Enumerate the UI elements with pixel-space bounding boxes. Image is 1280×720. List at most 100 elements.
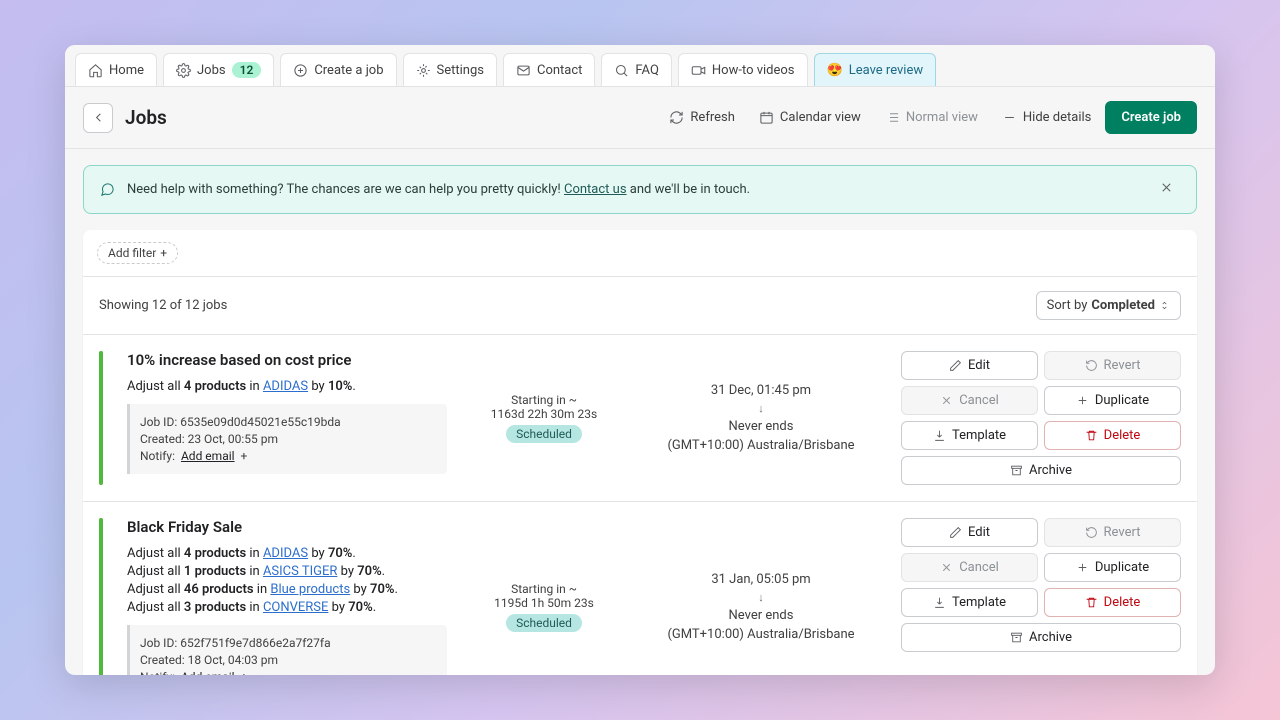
plus-icon: + xyxy=(160,246,167,260)
tab-settings[interactable]: Settings xyxy=(403,53,497,86)
add-filter-button[interactable]: Add filter + xyxy=(97,242,178,264)
tab-videos[interactable]: How-to videos xyxy=(678,53,808,86)
page-header: Jobs Refresh Calendar view Normal view H… xyxy=(65,87,1215,149)
tab-review-label: Leave review xyxy=(849,63,923,78)
collection-link[interactable]: ASICS TIGER xyxy=(263,564,337,579)
countdown: 1163d 22h 30m 23s xyxy=(491,407,597,421)
calendar-view-button[interactable]: Calendar view xyxy=(749,103,871,132)
status-badge: Scheduled xyxy=(506,614,582,632)
collection-link[interactable]: Blue products xyxy=(270,582,350,597)
delete-button[interactable]: Delete xyxy=(1044,421,1181,450)
tab-faq[interactable]: FAQ xyxy=(601,53,671,86)
create-job-button[interactable]: Create job xyxy=(1105,101,1197,134)
banner-close-button[interactable] xyxy=(1153,178,1180,201)
tab-home[interactable]: Home xyxy=(75,53,157,86)
starting-label: Starting in ~ xyxy=(511,393,577,407)
end-condition: Never ends xyxy=(729,608,794,623)
tab-settings-label: Settings xyxy=(437,63,484,78)
status-badge: Scheduled xyxy=(506,425,582,443)
template-button[interactable]: Template xyxy=(901,421,1038,450)
showing-count: Showing 12 of 12 jobs xyxy=(99,298,227,313)
help-banner: Need help with something? The chances ar… xyxy=(83,165,1197,214)
edit-button[interactable]: Edit xyxy=(901,518,1038,547)
start-date: 31 Jan, 05:05 pm xyxy=(711,572,810,587)
close-icon xyxy=(1159,180,1174,195)
x-icon xyxy=(940,561,953,574)
adjust-rule: Adjust all 1 products in ASICS TIGER by … xyxy=(127,564,447,579)
hide-label: Hide details xyxy=(1023,110,1091,125)
tab-home-label: Home xyxy=(109,63,144,78)
tab-jobs-label: Jobs xyxy=(197,63,226,78)
delete-button[interactable]: Delete xyxy=(1044,588,1181,617)
tab-faq-label: FAQ xyxy=(635,63,658,78)
edit-button[interactable]: Edit xyxy=(901,351,1038,380)
tab-review[interactable]: 😍 Leave review xyxy=(814,53,937,86)
sort-arrows-icon xyxy=(1159,300,1170,311)
search-icon xyxy=(614,63,629,78)
add-filter-label: Add filter xyxy=(108,246,156,260)
back-button[interactable] xyxy=(83,103,113,133)
archive-icon xyxy=(1010,631,1023,644)
heart-face-icon: 😍 xyxy=(827,63,843,78)
job-notify: Notify: Add email + xyxy=(140,670,437,675)
duplicate-button[interactable]: Duplicate xyxy=(1044,386,1181,415)
collection-link[interactable]: ADIDAS xyxy=(263,546,308,561)
sort-button[interactable]: Sort by Completed xyxy=(1036,291,1181,320)
chat-icon xyxy=(100,182,115,197)
minus-icon xyxy=(1002,110,1017,125)
starting-label: Starting in ~ xyxy=(511,582,577,596)
tab-create-job[interactable]: Create a job xyxy=(280,53,396,86)
timezone: (GMT+10:00) Australia/Brisbane xyxy=(667,627,854,642)
job-meta: Job ID: 652f751f9e7d866e2a7f27fa Created… xyxy=(127,625,447,675)
job-row: Black Friday Sale Adjust all 4 products … xyxy=(83,502,1197,675)
refresh-icon xyxy=(669,110,684,125)
plus-icon[interactable]: + xyxy=(241,670,248,675)
template-button[interactable]: Template xyxy=(901,588,1038,617)
status-stripe xyxy=(99,351,103,485)
job-title: 10% increase based on cost price xyxy=(127,351,447,369)
duplicate-button[interactable]: Duplicate xyxy=(1044,553,1181,582)
tab-jobs[interactable]: Jobs 12 xyxy=(163,53,274,86)
trash-icon xyxy=(1085,429,1098,442)
plus-circle-icon xyxy=(293,63,308,78)
sort-prefix: Sort by xyxy=(1047,298,1088,313)
add-email-link[interactable]: Add email xyxy=(181,449,235,463)
video-icon xyxy=(691,63,706,78)
calendar-icon xyxy=(759,110,774,125)
refresh-button[interactable]: Refresh xyxy=(659,103,744,132)
collection-link[interactable]: CONVERSE xyxy=(263,600,328,615)
job-id: Job ID: 6535e09d0d45021e55c19bda xyxy=(140,415,437,429)
create-job-label: Create job xyxy=(1121,110,1181,125)
list-icon xyxy=(885,110,900,125)
jobs-list-card: Add filter + Showing 12 of 12 jobs Sort … xyxy=(83,230,1197,675)
banner-suffix: and we'll be in touch. xyxy=(627,182,751,197)
banner-contact-link[interactable]: Contact us xyxy=(564,182,627,197)
download-icon xyxy=(933,596,946,609)
normal-view-button[interactable]: Normal view xyxy=(875,103,988,132)
tab-contact-label: Contact xyxy=(537,63,582,78)
plus-icon xyxy=(1076,394,1089,407)
tab-videos-label: How-to videos xyxy=(712,63,795,78)
cancel-button: Cancel xyxy=(901,386,1038,415)
mail-icon xyxy=(516,63,531,78)
calendar-label: Calendar view xyxy=(780,110,861,125)
collection-link[interactable]: ADIDAS xyxy=(263,379,308,394)
refresh-label: Refresh xyxy=(690,110,734,125)
revert-button: Revert xyxy=(1044,518,1181,547)
add-email-link[interactable]: Add email xyxy=(181,670,235,675)
archive-icon xyxy=(1010,464,1023,477)
adjust-rule: Adjust all 4 products in ADIDAS by 70%. xyxy=(127,546,447,561)
archive-button[interactable]: Archive xyxy=(901,456,1181,485)
pencil-icon xyxy=(949,526,962,539)
plus-icon[interactable]: + xyxy=(241,449,248,463)
archive-button[interactable]: Archive xyxy=(901,623,1181,652)
adjust-rule: Adjust all 3 products in CONVERSE by 70%… xyxy=(127,600,447,615)
normal-label: Normal view xyxy=(906,110,978,125)
revert-button: Revert xyxy=(1044,351,1181,380)
adjust-rule: Adjust all 4 products in ADIDAS by 10%. xyxy=(127,379,447,394)
tab-contact[interactable]: Contact xyxy=(503,53,595,86)
hide-details-button[interactable]: Hide details xyxy=(992,103,1101,132)
x-icon xyxy=(940,394,953,407)
gear-icon xyxy=(176,63,191,78)
job-row: 10% increase based on cost price Adjust … xyxy=(83,335,1197,502)
